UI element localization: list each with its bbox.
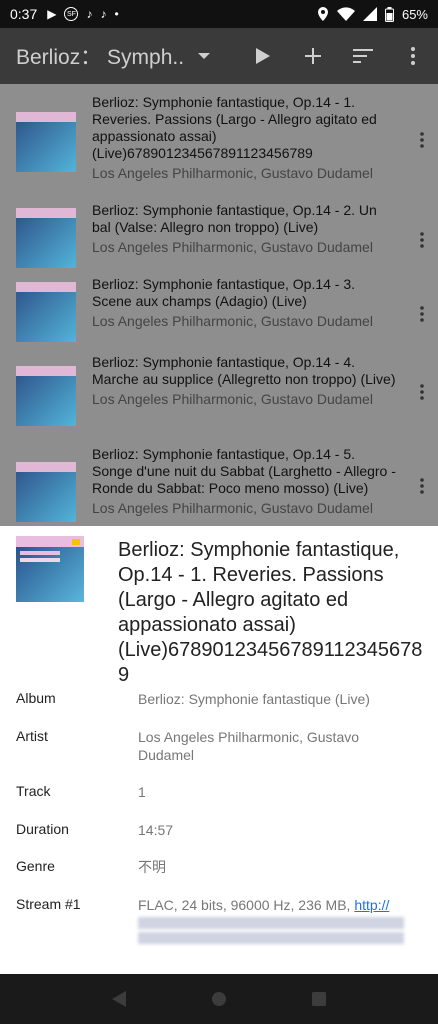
battery-icon (384, 6, 394, 22)
detail-label: Duration (16, 821, 69, 837)
notification-icons: ▶ SF ♪ ♪ • (47, 7, 119, 21)
system-nav-bar (0, 974, 438, 1024)
detail-value: 14:57 (138, 822, 174, 838)
track-row[interactable]: Berlioz: Symphonie fantastique, Op.14 - … (0, 84, 438, 192)
detail-value: Los Angeles Philharmonic, Gustavo Dudame… (138, 729, 360, 763)
track-artist: Los Angeles Philharmonic, Gustavo Dudame… (92, 313, 373, 329)
detail-label: Track (16, 783, 51, 799)
album-thumb (16, 366, 76, 426)
detail-label: Stream #1 (16, 896, 81, 912)
album-thumb (16, 112, 76, 172)
track-list: Berlioz: Symphonie fantastique, Op.14 - … (0, 84, 438, 526)
home-icon[interactable] (211, 991, 227, 1007)
album-thumb (16, 208, 76, 268)
location-icon (317, 7, 328, 21)
app-bar: Berlioz： Symph.. (0, 28, 438, 84)
details-title: Berlioz: Symphonie fantastique, Op.14 - … (118, 539, 423, 686)
sort-icon (353, 49, 373, 63)
detail-label: Album (16, 690, 56, 706)
add-button[interactable] (288, 28, 338, 84)
track-row[interactable]: Berlioz: Symphonie fantastique, Op.14 - … (0, 266, 438, 344)
track-title: Berlioz: Symphonie fantastique, Op.14 - … (92, 446, 396, 496)
battery-percent: 65% (401, 6, 428, 22)
detail-label: Genre (16, 858, 55, 874)
track-row[interactable]: Berlioz: Symphonie fantastique, Op.14 - … (0, 436, 438, 526)
sort-button[interactable] (338, 28, 388, 84)
album-thumb (16, 462, 76, 522)
play-icon (256, 48, 270, 64)
detail-value: FLAC, 24 bits, 96000 Hz, 236 MB, http:// (138, 896, 418, 944)
detail-label: Artist (16, 728, 48, 744)
blurred-url (138, 932, 404, 944)
signal-icon (362, 7, 377, 21)
track-row[interactable]: Berlioz: Symphonie fantastique, Op.14 - … (0, 344, 438, 436)
more-vert-icon[interactable] (420, 132, 424, 148)
more-options-button[interactable] (388, 28, 438, 84)
track-details-sheet: Berlioz: Symphonie fantastique, Op.14 - … (0, 526, 438, 974)
status-time: 0:37 (10, 6, 38, 22)
back-icon[interactable] (112, 991, 127, 1007)
more-vert-icon[interactable] (420, 232, 424, 248)
more-vert-icon[interactable] (420, 384, 424, 400)
track-title: Berlioz: Symphonie fantastique, Op.14 - … (92, 202, 377, 235)
detail-value: 1 (138, 784, 146, 800)
wifi-icon (336, 7, 355, 21)
playlist-title[interactable]: Berlioz： Symph.. (16, 41, 184, 71)
blurred-url (138, 917, 404, 929)
stream-info: FLAC, 24 bits, 96000 Hz, 236 MB, (138, 897, 351, 913)
track-row[interactable]: Berlioz: Symphonie fantastique, Op.14 - … (0, 192, 438, 268)
status-right: 65% (317, 6, 428, 22)
tiktok-icon: ♪ (100, 7, 107, 21)
more-vert-icon (411, 47, 415, 65)
status-bar: 0:37 ▶ SF ♪ ♪ • 65% (0, 0, 438, 28)
album-cover (16, 536, 84, 602)
tiktok-icon: ♪ (86, 7, 93, 21)
more-vert-icon[interactable] (420, 478, 424, 494)
sf-icon: SF (64, 7, 79, 21)
track-title: Berlioz: Symphonie fantastique, Op.14 - … (92, 354, 396, 387)
track-artist: Los Angeles Philharmonic, Gustavo Dudame… (92, 239, 373, 255)
album-thumb (16, 282, 76, 342)
track-title: Berlioz: Symphonie fantastique, Op.14 - … (92, 276, 356, 309)
play-button[interactable] (238, 28, 288, 84)
more-vert-icon[interactable] (420, 306, 424, 322)
chevron-down-icon[interactable] (198, 53, 211, 59)
dot-icon: • (114, 7, 119, 21)
play-icon: ▶ (47, 7, 57, 21)
track-title: Berlioz: Symphonie fantastique, Op.14 - … (92, 94, 377, 161)
track-artist: Los Angeles Philharmonic, Gustavo Dudame… (92, 165, 373, 181)
recents-icon[interactable] (311, 992, 326, 1006)
detail-value: 不明 (138, 859, 166, 875)
track-artist: Los Angeles Philharmonic, Gustavo Dudame… (92, 500, 373, 516)
track-artist: Los Angeles Philharmonic, Gustavo Dudame… (92, 391, 373, 407)
detail-value: Berlioz: Symphonie fantastique (Live) (138, 691, 370, 707)
stream-url-link[interactable]: http:// (354, 897, 389, 913)
app-bar-actions (238, 28, 438, 84)
add-icon (305, 48, 321, 64)
